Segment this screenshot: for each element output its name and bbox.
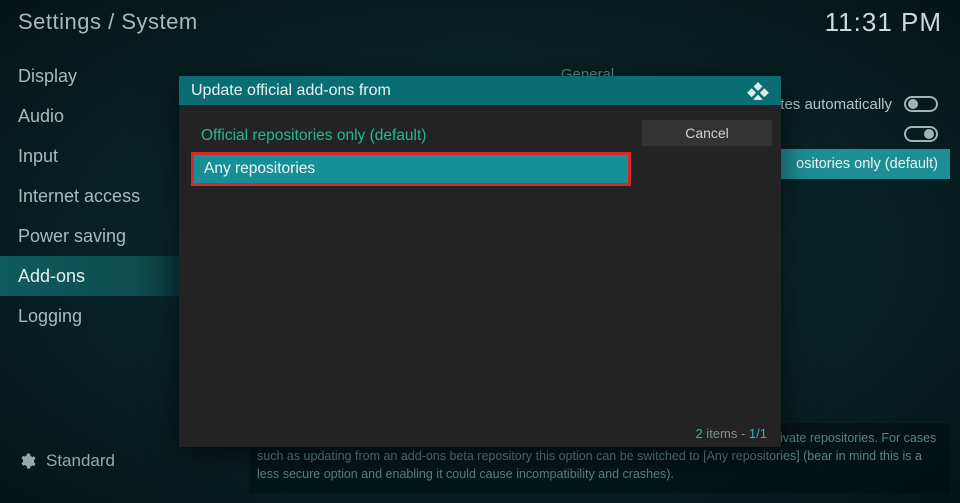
- sidebar-item-label: Input: [18, 146, 58, 166]
- footer-count: 2: [695, 426, 702, 441]
- sidebar-item-label: Internet access: [18, 186, 140, 206]
- footer-items-word: items -: [703, 426, 749, 441]
- option-label: Any repositories: [204, 160, 315, 177]
- setting-value: ositories only (default): [796, 156, 938, 172]
- sidebar-item-label: Logging: [18, 306, 82, 326]
- modal-header: Update official add-ons from: [179, 76, 781, 105]
- clock: 11:31 PM: [825, 7, 942, 38]
- sidebar-item-label: Audio: [18, 106, 64, 126]
- sidebar-item-label: Add-ons: [18, 266, 85, 286]
- modal-side: Cancel: [642, 120, 772, 146]
- settings-level-label: Standard: [46, 451, 115, 471]
- header: Settings / System 11:31 PM: [0, 0, 960, 44]
- toggle-icon[interactable]: [904, 126, 938, 142]
- modal-body: Official repositories only (default) Any…: [191, 120, 631, 186]
- modal-footer: 2 items - 1/1: [695, 426, 767, 441]
- breadcrumb: Settings / System: [18, 9, 198, 35]
- settings-level[interactable]: Standard: [18, 451, 115, 471]
- button-label: Cancel: [685, 125, 729, 141]
- toggle-icon[interactable]: [904, 96, 938, 112]
- option-official-repos[interactable]: Official repositories only (default): [191, 120, 631, 152]
- modal-update-source: Update official add-ons from Official re…: [179, 76, 781, 447]
- option-any-repos[interactable]: Any repositories: [191, 152, 631, 186]
- gear-icon: [18, 452, 36, 470]
- sidebar-item-label: Power saving: [18, 226, 126, 246]
- modal-title: Update official add-ons from: [191, 82, 391, 100]
- kodi-logo-icon: [747, 82, 769, 100]
- sidebar-item-label: Display: [18, 66, 77, 86]
- option-label: Official repositories only (default): [201, 127, 426, 144]
- footer-page: 1/1: [749, 426, 767, 441]
- cancel-button[interactable]: Cancel: [642, 120, 772, 146]
